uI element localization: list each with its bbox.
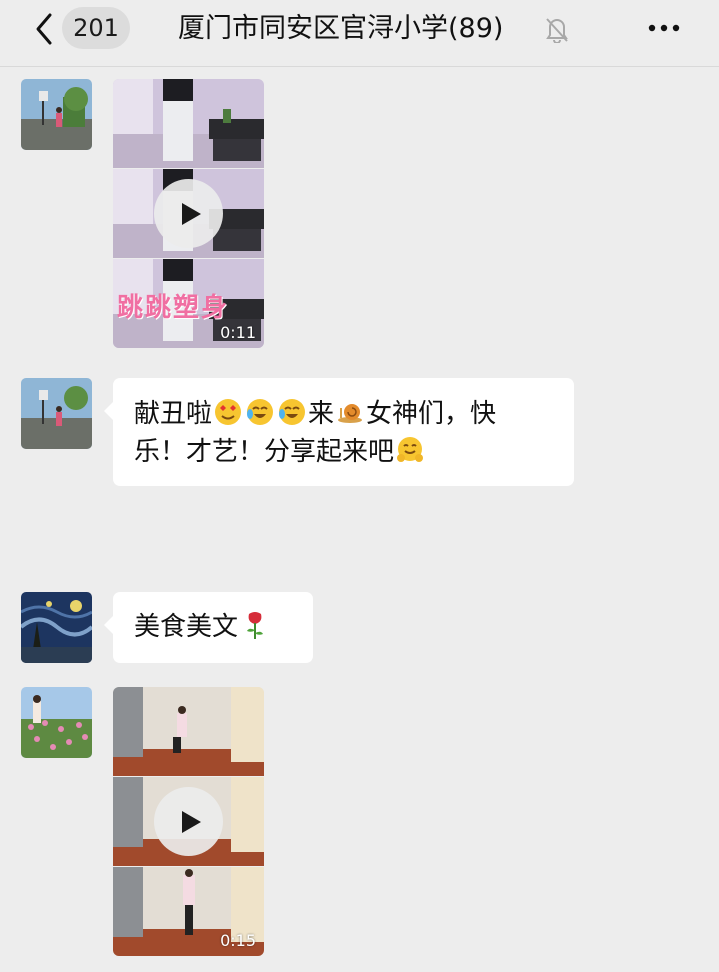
chevron-left-icon[interactable]: [30, 11, 58, 47]
crying-laughing-emoji-icon: [279, 399, 306, 425]
play-icon[interactable]: [154, 787, 223, 856]
message-text: 女神们，快: [366, 399, 497, 429]
video-caption-text: 跳跳塑身: [117, 293, 230, 323]
video-frame: [113, 79, 264, 168]
sender-avatar[interactable]: [21, 592, 92, 663]
sender-avatar[interactable]: [21, 79, 92, 150]
video-frame: [113, 687, 264, 776]
crying-laughing-emoji-icon: [247, 399, 274, 425]
text-message[interactable]: 美食美文: [104, 592, 313, 663]
play-icon[interactable]: [154, 179, 223, 248]
message-text: 献丑啦: [134, 399, 213, 429]
rose-emoji-icon: [247, 612, 264, 639]
sender-avatar[interactable]: [21, 378, 92, 449]
video-message[interactable]: 跳跳塑身 0:11: [113, 79, 264, 348]
unread-count-badge[interactable]: 201: [62, 7, 130, 49]
video-duration: 0:15: [220, 931, 256, 950]
message-text: 来: [308, 399, 335, 429]
video-duration: 0:11: [220, 323, 256, 342]
chat-title[interactable]: 厦门市同安区官浔小学(89): [178, 10, 503, 50]
text-message[interactable]: 献丑啦 来 女神们，快 乐！才艺！分享起来吧: [104, 378, 574, 486]
message-text: 美食美文: [134, 612, 239, 642]
ellipsis-icon[interactable]: [646, 18, 682, 38]
bell-slash-icon: [546, 18, 568, 43]
video-message[interactable]: 0:15: [113, 687, 264, 956]
message-text: 乐！才艺！分享起来吧: [134, 437, 395, 467]
hugging-face-emoji-icon: [397, 437, 424, 462]
snail-emoji-icon: [338, 404, 363, 423]
heart-eyes-emoji-icon: [215, 399, 242, 425]
chat-header: 201 厦门市同安区官浔小学(89): [0, 0, 719, 67]
sender-avatar[interactable]: [21, 687, 92, 758]
